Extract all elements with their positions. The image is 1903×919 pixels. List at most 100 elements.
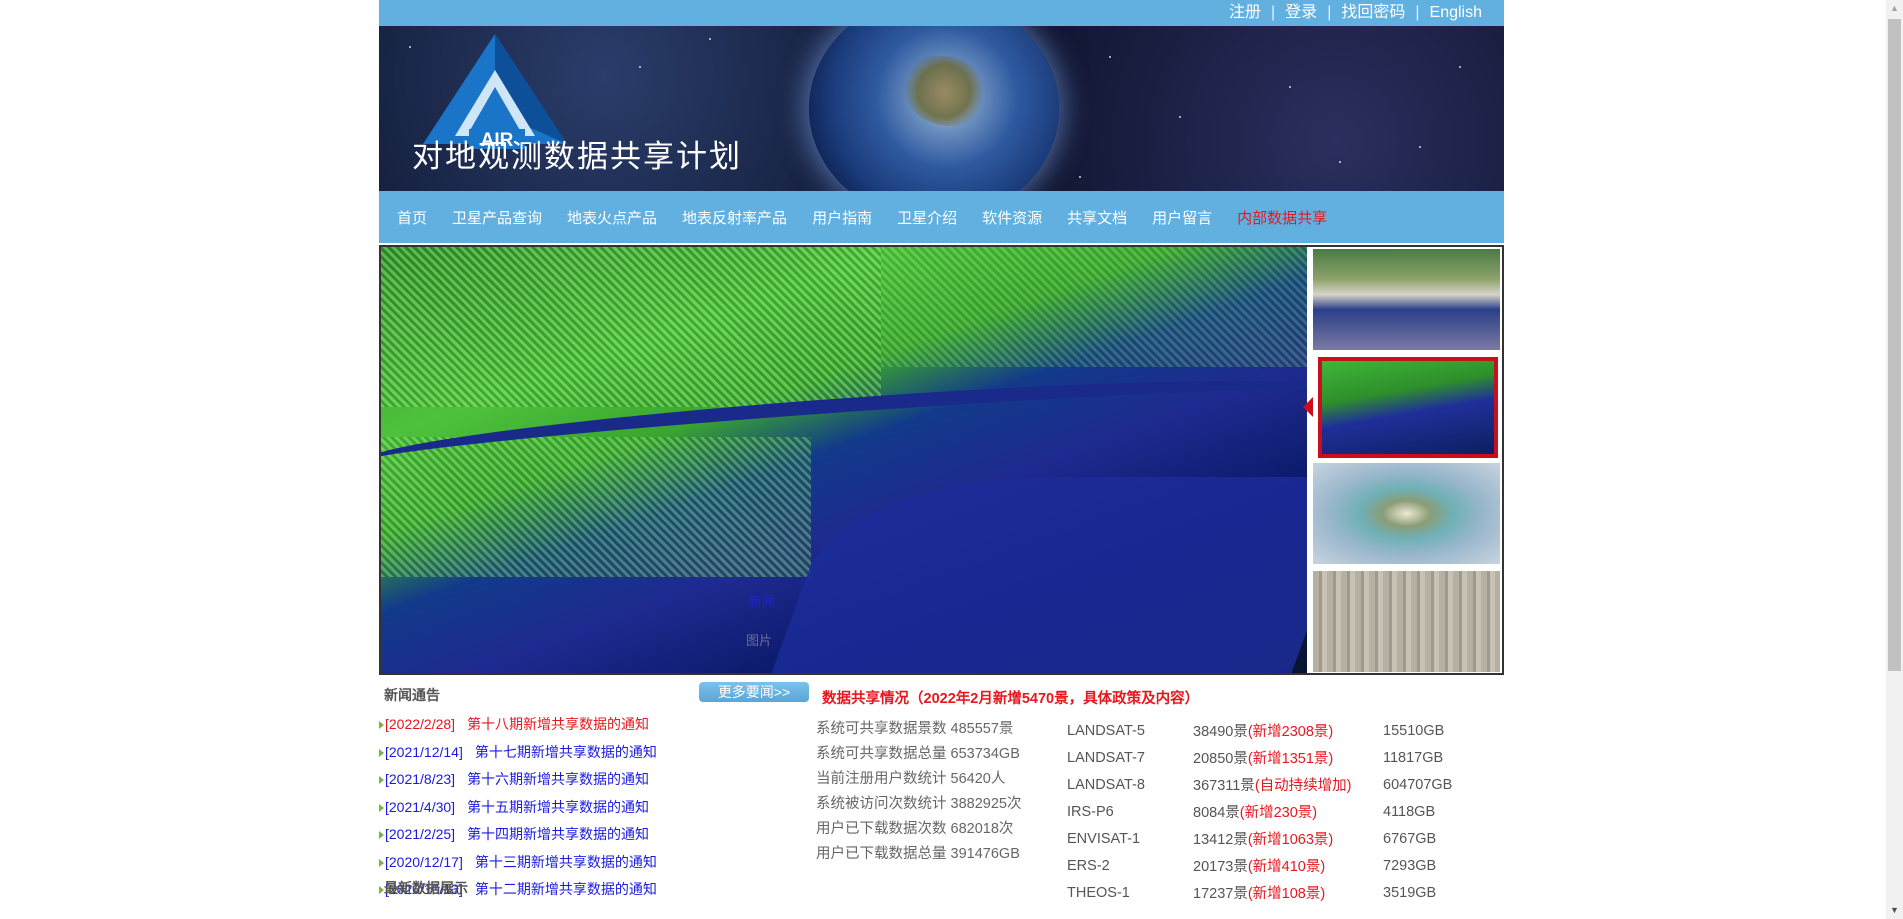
separator: | [1327,4,1332,21]
scene-count-value: 367311景 [1193,778,1255,794]
image-water [759,477,1307,673]
star [709,38,711,40]
news-text[interactable]: 第十八期新增共享数据的通知 [467,716,649,732]
satellite-name: ENVISAT-1 [1067,830,1141,847]
news-item[interactable]: [2021/8/23] 第十六期新增共享数据的通知 [379,766,657,794]
star [1419,146,1421,148]
nav-fire-products[interactable]: 地表火点产品 [567,207,657,228]
image-field-region [381,247,881,407]
news-item[interactable]: [2021/12/14] 第十七期新增共享数据的通知 [379,739,657,767]
thumbnail-strip [1303,247,1502,673]
scene-increase: (新增108景) [1247,886,1326,902]
active-thumbnail-arrow-icon [1303,397,1313,417]
stat-item: 系统可共享数据景数 485557景 [816,721,1014,737]
star [1079,176,1081,178]
slide-caption[interactable]: 新闻 [749,591,775,610]
image-slideshow: 新闻 图片 [379,245,1504,675]
news-text[interactable]: 第十六期新增共享数据的通知 [467,771,649,787]
separator: | [1271,4,1276,21]
scene-increase: (新增2308景) [1247,724,1334,740]
star [1339,161,1341,163]
stat-item: 用户已下载数据次数 682018次 [816,821,1014,837]
more-news-button[interactable]: 更多要闻>> [699,682,809,702]
slide-caption: 图片 [746,633,773,648]
scene-count-value: 38490景 [1193,724,1248,740]
news-item[interactable]: [2020/12/17] 第十三期新增共享数据的通知 [379,849,657,877]
register-link[interactable]: 注册 [1229,4,1261,21]
stat-item: 系统被访问次数统计 3882925次 [816,796,1022,812]
satellite-table: LANDSAT-5 38490景(新增2308景) 15510GB LANDSA… [1067,717,1452,906]
news-date: [2021/8/23] [385,771,456,787]
data-size: 6767GB [1383,830,1437,847]
satellite-name: LANDSAT-7 [1067,749,1145,766]
satellite-name: LANDSAT-5 [1067,722,1145,739]
stat-item: 用户已下载数据总量 391476GB [816,846,1020,862]
data-size: 11817GB [1383,749,1444,766]
news-text[interactable]: 第十二期新增共享数据的通知 [475,881,657,897]
scene-count-value: 8084景 [1193,805,1240,821]
nav-software[interactable]: 软件资源 [982,207,1042,228]
satellite-name: ERS-2 [1067,857,1110,874]
news-item[interactable]: [2021/2/25] 第十四期新增共享数据的通知 [379,821,657,849]
news-text[interactable]: 第十七期新增共享数据的通知 [475,744,657,760]
table-row: ENVISAT-1 13412景(新增1063景) 6767GB [1067,825,1452,852]
scene-increase: (新增410景) [1247,859,1326,875]
star [1459,66,1461,68]
thumbnail-coast[interactable] [1313,249,1500,350]
thumbnail-river[interactable] [1318,357,1498,458]
data-size: 3519GB [1383,884,1437,901]
nav-messages[interactable]: 用户留言 [1152,207,1212,228]
top-bar: 注册 | 登录 | 找回密码 | English [379,0,1504,26]
news-item[interactable]: [2021/4/30] 第十五期新增共享数据的通知 [379,794,657,822]
scroll-up-arrow-icon[interactable]: ▲ [1886,0,1903,17]
site-title: 对地观测数据共享计划 [412,139,742,175]
vertical-scrollbar[interactable]: ▲ ▼ [1886,0,1903,919]
main-satellite-image[interactable]: 新闻 图片 [381,247,1307,673]
nav-user-guide[interactable]: 用户指南 [812,207,872,228]
scroll-down-arrow-icon[interactable]: ▼ [1886,902,1903,919]
table-row: LANDSAT-5 38490景(新增2308景) 15510GB [1067,717,1452,744]
scene-count: 367311景(自动持续增加) [1193,771,1383,798]
scene-count-value: 13412景 [1193,832,1248,848]
main-nav: 首页 卫星产品查询 地表火点产品 地表反射率产品 用户指南 卫星介绍 软件资源 … [379,191,1504,243]
data-size: 4118GB [1383,803,1436,820]
nav-documents[interactable]: 共享文档 [1067,207,1127,228]
scene-count-value: 17237景 [1193,886,1248,902]
nav-home[interactable]: 首页 [397,207,427,228]
table-row: THEOS-1 17237景(新增108景) 3519GB [1067,879,1452,906]
english-link[interactable]: English [1430,4,1482,21]
scene-count: 8084景(新增230景) [1193,798,1383,825]
data-sharing-heading[interactable]: 数据共享情况（2022年2月新增5470景，具体政策及内容） [822,687,1199,708]
data-size: 7293GB [1383,857,1437,874]
news-text[interactable]: 第十五期新增共享数据的通知 [467,799,649,815]
nav-satellite-intro[interactable]: 卫星介绍 [897,207,957,228]
nav-internal-sharing[interactable]: 内部数据共享 [1237,207,1327,228]
image-field-region [881,247,1307,367]
scene-increase: (新增230景) [1239,805,1318,821]
thumbnail-city[interactable] [1313,571,1500,672]
news-text[interactable]: 第十四期新增共享数据的通知 [467,826,649,842]
earth-image [809,26,1059,191]
news-date: [2022/2/28] [385,716,456,732]
page-container: 注册 | 登录 | 找回密码 | English AIR 对地观测数据共享计划 首页 卫星产… [379,0,1504,902]
news-text[interactable]: 第十三期新增共享数据的通知 [475,854,657,870]
latest-data-section-title: 最新数据展示 [384,880,468,896]
satellite-name: THEOS-1 [1067,884,1130,901]
data-size: 15510GB [1383,722,1445,739]
satellite-name: LANDSAT-8 [1067,776,1145,793]
earth-land [904,56,984,126]
news-list: [2022/2/28] 第十八期新增共享数据的通知 [2021/12/14] 第十七… [379,711,657,904]
header-banner: AIR 对地观测数据共享计划 [379,26,1504,191]
nav-satellite-products[interactable]: 卫星产品查询 [452,207,542,228]
login-link[interactable]: 登录 [1285,4,1317,21]
scrollbar-thumb[interactable] [1888,19,1901,671]
stat-item: 当前注册用户数统计 56420人 [816,771,1006,787]
star [409,46,411,48]
nav-reflectance-products[interactable]: 地表反射率产品 [682,207,787,228]
table-row: ERS-2 20173景(新增410景) 7293GB [1067,852,1452,879]
recover-password-link[interactable]: 找回密码 [1341,4,1405,21]
star [1179,116,1181,118]
scene-count: 20173景(新增410景) [1193,852,1383,879]
news-item[interactable]: [2022/2/28] 第十八期新增共享数据的通知 [379,711,657,739]
thumbnail-island[interactable] [1313,463,1500,564]
